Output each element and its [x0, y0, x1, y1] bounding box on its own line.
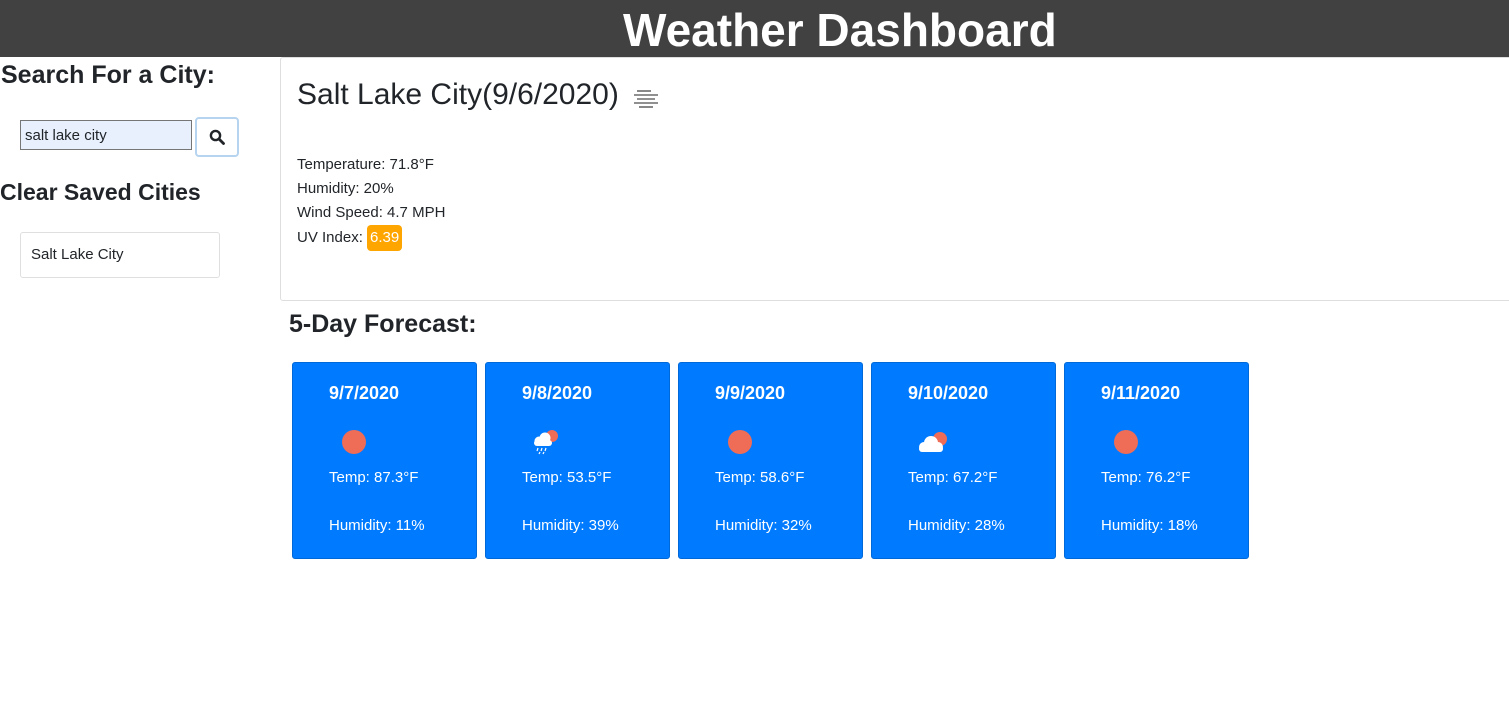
current-temperature: Temperature: 71.8°F [297, 156, 434, 173]
uv-index-label: UV Index: [297, 229, 363, 246]
saved-cities-list: Salt Lake City [20, 232, 220, 278]
forecast-card: 9/8/2020 Temp: 53.5°F Humidity: 39% [485, 362, 670, 559]
forecast-temp: Temp: 58.6°F [715, 469, 805, 486]
forecast-date: 9/9/2020 [715, 383, 786, 403]
search-heading: Search For a City: [1, 61, 215, 89]
forecast-date: 9/11/2020 [1101, 383, 1181, 403]
city-search-input[interactable] [20, 120, 192, 150]
forecast-heading: 5-Day Forecast: [289, 310, 477, 338]
current-city-date: Salt Lake City(9/6/2020) [297, 78, 619, 111]
uv-index-badge: 6.39 [367, 225, 403, 251]
forecast-temp: Temp: 76.2°F [1101, 469, 1191, 486]
clear-saved-cities-button[interactable]: Clear Saved Cities [0, 179, 201, 206]
forecast-humidity: Humidity: 39% [522, 517, 619, 534]
current-weather-details: Temperature: 71.8°F Humidity: 20% Wind S… [297, 153, 445, 251]
forecast-date: 9/10/2020 [908, 383, 989, 403]
current-weather-title: Salt Lake City(9/6/2020) [297, 78, 661, 112]
forecast-humidity: Humidity: 32% [715, 517, 812, 534]
search-button[interactable] [195, 117, 239, 157]
forecast-humidity: Humidity: 28% [908, 517, 1005, 534]
forecast-card: 9/11/2020 Temp: 76.2°F Humidity: 18% [1064, 362, 1249, 559]
header-bar: Weather Dashboard [0, 0, 1509, 57]
current-humidity: Humidity: 20% [297, 180, 394, 197]
forecast-temp: Temp: 67.2°F [908, 469, 998, 486]
forecast-date: 9/7/2020 [329, 383, 400, 403]
cloud-sun-icon [919, 432, 947, 452]
sun-icon [342, 430, 366, 454]
page-title: Weather Dashboard [623, 4, 1057, 56]
forecast-humidity: Humidity: 11% [329, 517, 425, 534]
mist-icon [633, 90, 658, 108]
forecast-cards: 9/7/2020 Temp: 87.3°F Humidity: 11% 9/8/… [292, 362, 1249, 559]
sun-icon [728, 430, 752, 454]
current-weather-panel: Salt Lake City(9/6/2020) Temperature: 71… [280, 57, 1509, 301]
search-icon [209, 129, 225, 145]
forecast-date: 9/8/2020 [522, 383, 593, 403]
forecast-card: 9/7/2020 Temp: 87.3°F Humidity: 11% [292, 362, 477, 559]
current-wind-speed: Wind Speed: 4.7 MPH [297, 204, 446, 221]
forecast-humidity: Humidity: 18% [1101, 517, 1198, 534]
current-uv-index: UV Index: 6.39 [297, 225, 445, 251]
sidebar: Search For a City: Clear Saved Cities Sa… [0, 57, 280, 712]
forecast-card: 9/10/2020 Temp: 67.2°F Humidity: 28% [871, 362, 1056, 559]
forecast-temp: Temp: 53.5°F [522, 469, 612, 486]
forecast-temp: Temp: 87.3°F [329, 469, 419, 486]
forecast-card: 9/9/2020 Temp: 58.6°F Humidity: 32% [678, 362, 863, 559]
rain-cloud-sun-icon [534, 430, 558, 455]
sun-icon [1114, 430, 1138, 454]
saved-city-item[interactable]: Salt Lake City [20, 232, 220, 278]
